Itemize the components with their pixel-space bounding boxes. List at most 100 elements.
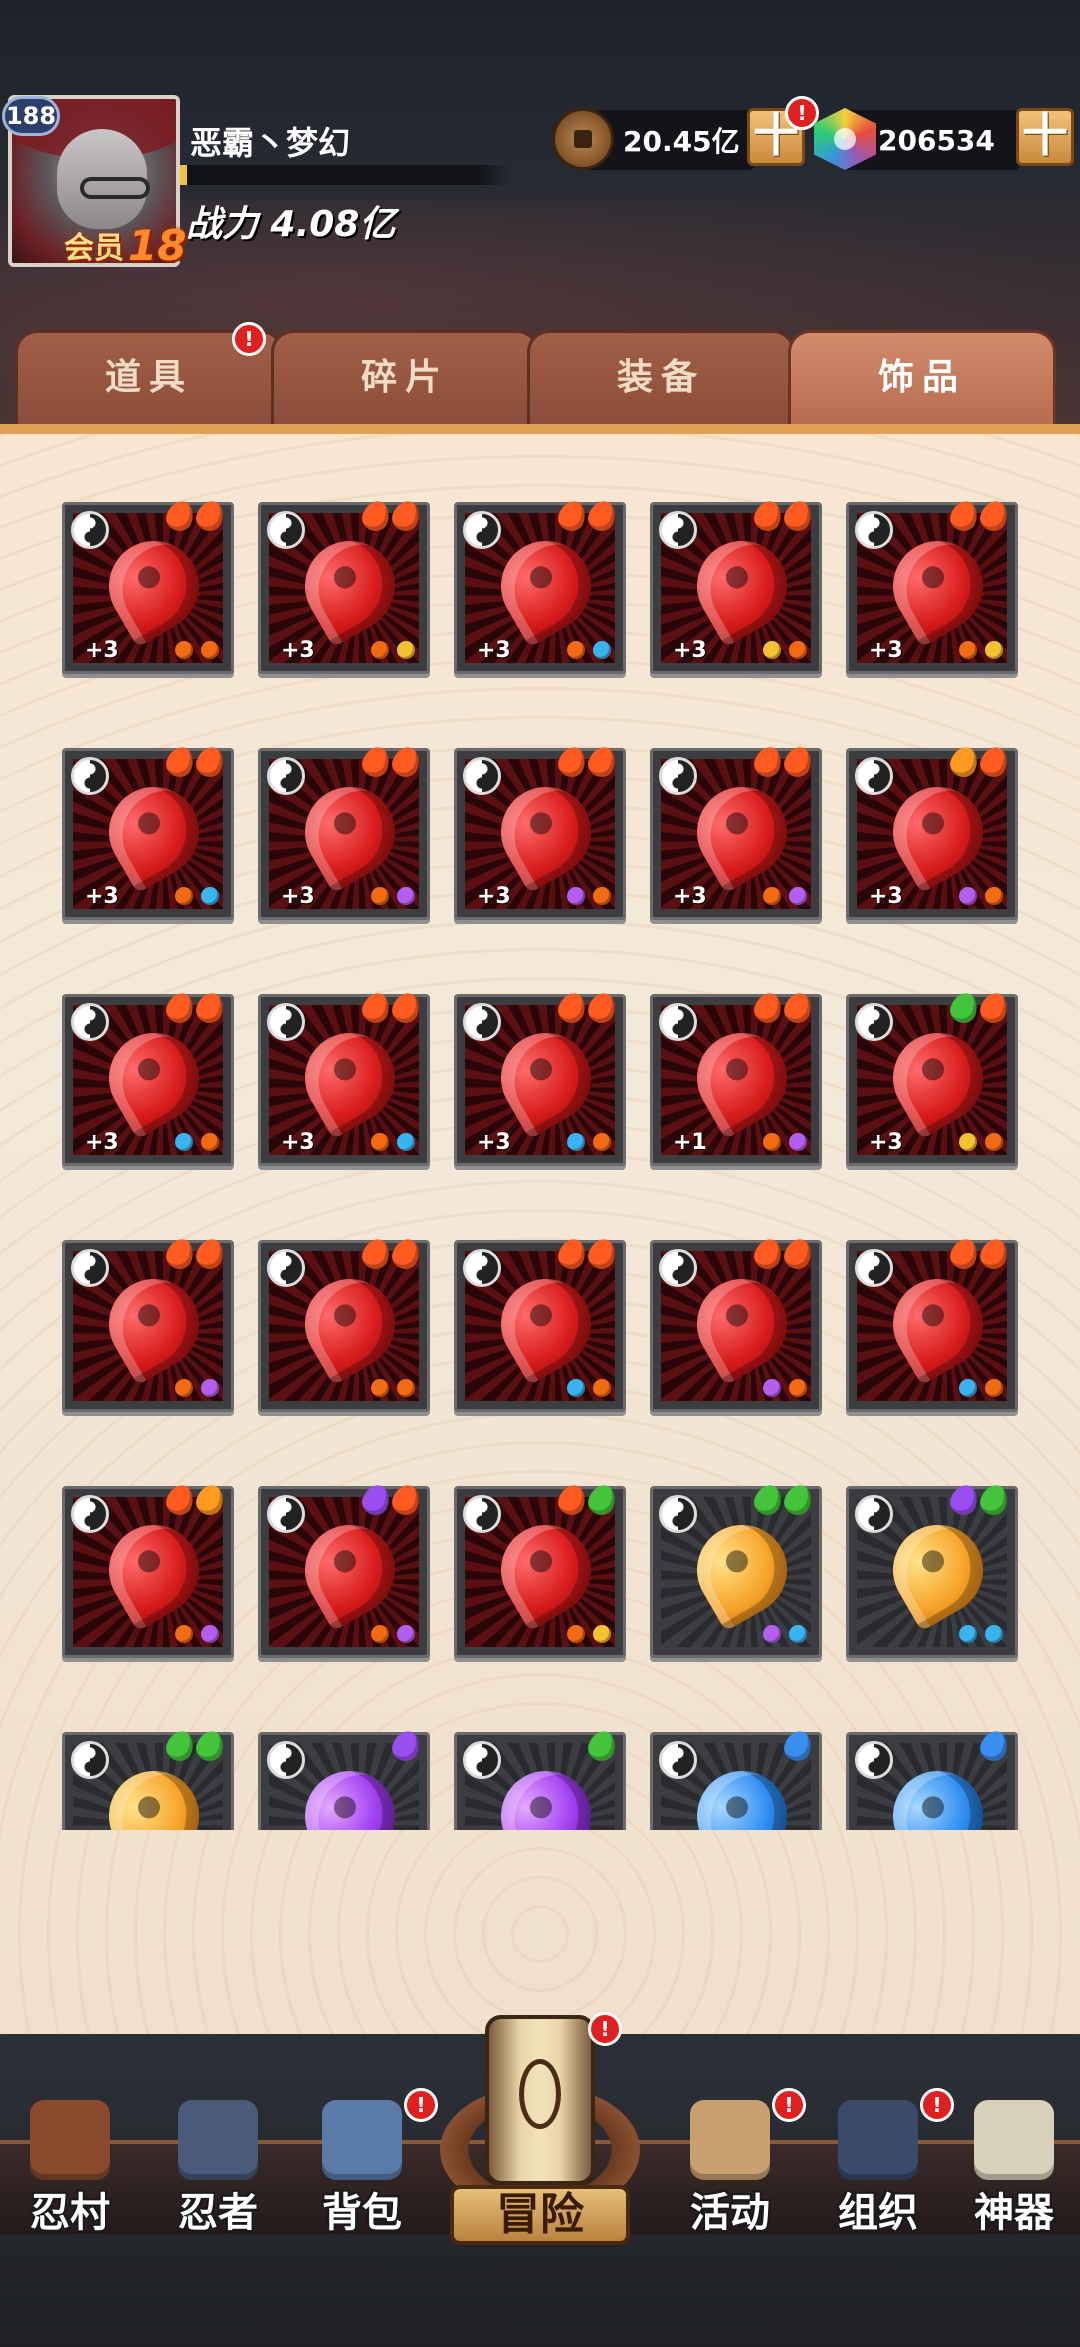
accessory-slot[interactable] (454, 1235, 626, 1412)
socket-gem-dot (567, 1379, 585, 1397)
accessory-slot[interactable]: +3 (454, 989, 626, 1166)
accessory-slot[interactable]: +3 (454, 497, 626, 674)
accessory-slot[interactable]: +3 (650, 497, 822, 674)
vip-label: 会员 (64, 231, 124, 266)
nav-item-0[interactable]: 忍村 (0, 2080, 140, 2250)
yin-yang-icon (659, 1741, 697, 1779)
accessory-slot[interactable] (62, 1235, 234, 1412)
socket-gems (175, 1625, 219, 1643)
accessory-slot[interactable] (650, 1727, 822, 1830)
accessory-slot[interactable] (454, 1481, 626, 1658)
accessory-slot[interactable] (650, 1235, 822, 1412)
accessory-slot[interactable] (846, 1235, 1018, 1412)
enhance-level: +3 (477, 884, 511, 909)
yin-yang-icon (463, 1741, 501, 1779)
accessory-grid-viewport[interactable]: +3 +3 +3 +3 +3 +3 +3 +3 +3 +3 +3 +3 +3 +1 +3 (0, 480, 1080, 1830)
adventure-scroll-icon (485, 2015, 595, 2185)
accessory-slot[interactable]: +3 (62, 743, 234, 920)
flame-icon (584, 1235, 620, 1273)
enhance-level: +3 (85, 638, 119, 663)
gem-amount: 206534 (878, 123, 995, 157)
socket-gem-dot (175, 1625, 193, 1643)
accessory-slot[interactable] (258, 1481, 430, 1658)
player-name: 恶霸丶梦幻 (190, 124, 351, 162)
nav-item-5[interactable]: 组织! (808, 2080, 954, 2250)
accessory-slot[interactable]: +3 (258, 743, 430, 920)
tab-equipment[interactable]: 装备 (527, 330, 795, 430)
socket-gems (371, 641, 415, 659)
accessory-slot[interactable]: +3 (258, 989, 430, 1166)
nav-item-1[interactable]: 忍者 (148, 2080, 288, 2250)
socket-gem-dot (593, 1133, 611, 1151)
flame-icon (554, 1235, 590, 1273)
socket-gem-dot (371, 1625, 389, 1643)
nav-adventure-alert-badge: ! (588, 2012, 622, 2046)
accessory-slot[interactable]: +3 (650, 743, 822, 920)
yin-yang-icon (71, 1741, 109, 1779)
socket-gem-dot (985, 887, 1003, 905)
flame-icon (162, 1235, 198, 1273)
nav-item-4[interactable]: 活动! (660, 2080, 806, 2250)
accessory-slot[interactable]: +3 (846, 497, 1018, 674)
yin-yang-icon (267, 757, 305, 795)
accessory-slot[interactable]: +3 (454, 743, 626, 920)
vip-badge[interactable]: 会员 18 (64, 221, 186, 270)
flame-icon (750, 497, 786, 535)
socket-gems (959, 641, 1003, 659)
socket-gem-dot (567, 641, 585, 659)
tab-fragments[interactable]: 碎片 (271, 330, 539, 430)
flame-icon (584, 989, 620, 1027)
add-gems-button[interactable]: 十 (1016, 108, 1074, 166)
flame-icon (388, 1235, 424, 1273)
star-flames (358, 1235, 424, 1273)
socket-gem-dot (763, 1625, 781, 1643)
accessory-slot[interactable] (454, 1727, 626, 1830)
accessory-slot[interactable] (258, 1235, 430, 1412)
enhance-level: +3 (85, 884, 119, 909)
socket-gem-dot (959, 1379, 977, 1397)
accessory-slot[interactable]: +1 (650, 989, 822, 1166)
socket-gems (371, 887, 415, 905)
accessory-slot[interactable] (62, 1727, 234, 1830)
player-level-badge: 188 (2, 96, 60, 136)
socket-gem-dot (397, 641, 415, 659)
accessory-slot[interactable] (846, 1727, 1018, 1830)
flame-icon (780, 497, 816, 535)
star-flames (554, 743, 620, 781)
accessory-slot[interactable] (258, 1727, 430, 1830)
socket-gem-dot (371, 641, 389, 659)
accessory-slot[interactable]: +3 (846, 743, 1018, 920)
accessory-slot[interactable] (62, 1481, 234, 1658)
flame-icon (750, 743, 786, 781)
nav-item-6[interactable]: 神器 (944, 2080, 1080, 2250)
accessory-slot[interactable]: +3 (846, 989, 1018, 1166)
nav-item-2[interactable]: 背包! (292, 2080, 438, 2250)
socket-gem-dot (175, 1133, 193, 1151)
flame-icon (946, 1481, 982, 1519)
socket-gem-dot (371, 887, 389, 905)
flame-icon (946, 743, 982, 781)
socket-gems (371, 1625, 415, 1643)
avatar-glasses (80, 177, 150, 199)
star-flames (554, 989, 620, 1027)
socket-gems (959, 887, 1003, 905)
socket-gem-dot (175, 1379, 193, 1397)
flame-icon (780, 989, 816, 1027)
flame-icon (780, 1235, 816, 1273)
nav-adventure[interactable]: 冒险 (440, 2015, 640, 2250)
accessory-slot[interactable]: +3 (258, 497, 430, 674)
nav-label: 忍村 (30, 2190, 110, 2236)
flame-icon (388, 989, 424, 1027)
accessory-slot[interactable] (650, 1481, 822, 1658)
flame-icon (584, 497, 620, 535)
accessory-slot[interactable] (846, 1481, 1018, 1658)
socket-gem-dot (789, 1133, 807, 1151)
enhance-level: +3 (869, 884, 903, 909)
accessory-slot[interactable]: +3 (62, 497, 234, 674)
copper-coin-icon (552, 108, 614, 170)
tab-accessories[interactable]: 饰品 (788, 330, 1056, 430)
accessory-slot[interactable]: +3 (62, 989, 234, 1166)
flame-icon (946, 497, 982, 535)
star-flames (554, 1235, 620, 1273)
star-flames (358, 743, 424, 781)
